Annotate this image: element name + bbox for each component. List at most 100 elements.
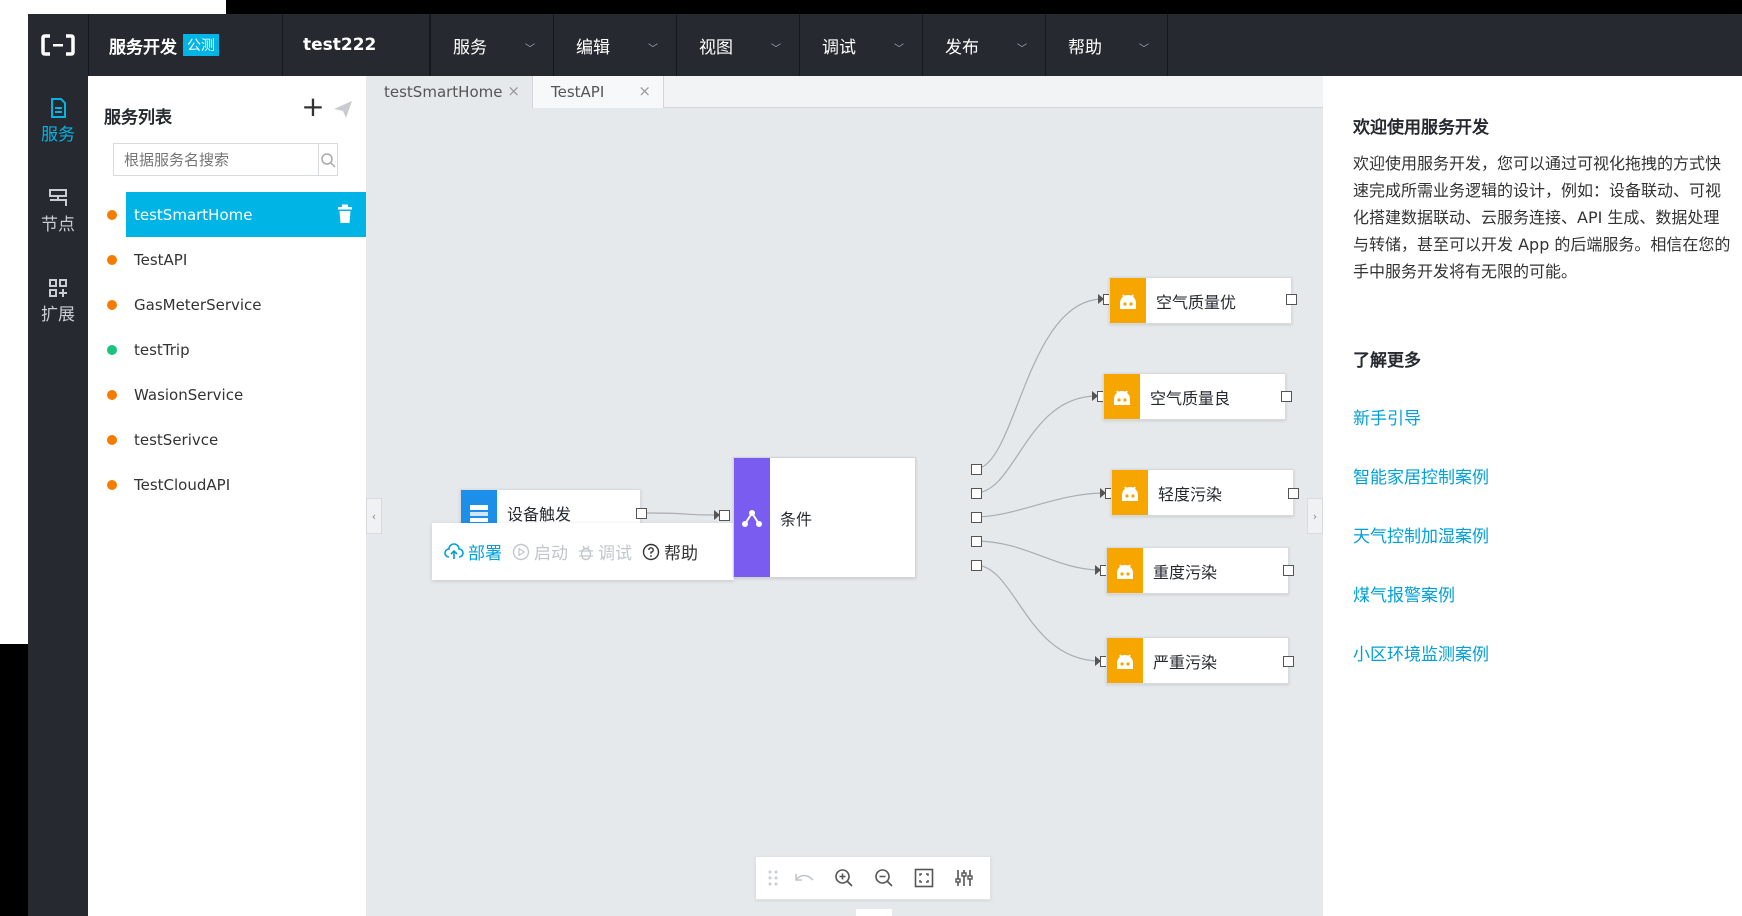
output-port[interactable] — [1281, 391, 1292, 402]
output-node[interactable]: 轻度污染 — [1111, 469, 1294, 516]
output-port[interactable] — [1286, 294, 1297, 305]
output-port[interactable] — [971, 464, 982, 475]
output-port[interactable] — [1288, 488, 1299, 499]
minimap-toggle[interactable] — [856, 909, 892, 916]
app-window: 服务开发 公测 test222 服务 ﹀ 编辑 ﹀ 视图 ﹀ 调试 ﹀ 发布 ﹀ 帮助 ﹀ … — [28, 14, 1742, 916]
product-name: 服务开发 — [109, 37, 177, 58]
rail-item-services[interactable]: 服务 — [28, 82, 88, 162]
service-list: testSmartHome TestAPI GasMeterService te… — [88, 192, 366, 507]
status-dot — [107, 255, 117, 265]
rail-item-extensions[interactable]: 扩展 — [28, 262, 88, 342]
menu-label: 服务 — [453, 37, 487, 58]
debug-button[interactable]: 调试 — [578, 539, 632, 564]
project-name[interactable]: test222 — [282, 14, 430, 76]
help-panel-intro: 欢迎使用服务开发，您可以通过可视化拖拽的方式快速完成所需业务逻辑的设计，例如：设… — [1353, 154, 1731, 281]
search-icon[interactable] — [318, 144, 337, 175]
help-panel: 欢迎使用服务开发 欢迎使用服务开发，您可以通过可视化拖拽的方式快速完成所需业务逻… — [1323, 76, 1742, 916]
trash-icon[interactable] — [336, 204, 354, 228]
top-bar: 服务开发 公测 test222 服务 ﹀ 编辑 ﹀ 视图 ﹀ 调试 ﹀ 发布 ﹀ 帮助 ﹀ — [28, 14, 1742, 76]
service-name: testSmartHome — [134, 205, 253, 224]
service-item[interactable]: testSerivce — [88, 417, 366, 462]
settings-sliders-icon[interactable] — [944, 856, 984, 900]
learn-more-title: 了解更多 — [1353, 351, 1421, 371]
send-icon[interactable] — [332, 98, 354, 120]
robot-icon — [1107, 638, 1143, 683]
robot-icon — [1107, 548, 1143, 593]
status-dot — [107, 435, 117, 445]
start-button[interactable]: 启动 — [512, 539, 568, 564]
zoom-in-icon[interactable] — [824, 856, 864, 900]
output-port[interactable] — [971, 536, 982, 547]
input-port[interactable] — [719, 510, 730, 521]
output-port[interactable] — [636, 508, 647, 519]
help-panel-title: 欢迎使用服务开发 — [1353, 118, 1489, 138]
output-node[interactable]: 空气质量优 — [1109, 277, 1292, 324]
service-item[interactable]: testTrip — [88, 327, 366, 372]
menu-debug[interactable]: 调试 ﹀ — [799, 14, 922, 76]
logo-icon[interactable] — [28, 14, 88, 76]
service-item[interactable]: GasMeterService — [88, 282, 366, 327]
flow-canvas[interactable]: testSmartHome × TestAPI × ‹ › 设备触发 部署 启动… — [366, 76, 1323, 916]
deploy-button[interactable]: 部署 — [444, 539, 502, 564]
output-port[interactable] — [1283, 565, 1294, 576]
service-name: testTrip — [134, 340, 190, 359]
help-button[interactable]: 帮助 — [642, 539, 698, 564]
rail-label: 服务 — [41, 125, 75, 145]
link-getting-started[interactable]: 新手引导 — [1353, 404, 1421, 429]
fit-screen-icon[interactable] — [904, 856, 944, 900]
menu-label: 视图 — [699, 37, 733, 58]
wire — [646, 512, 720, 516]
output-port[interactable] — [971, 488, 982, 499]
menu-edit[interactable]: 编辑 ﹀ — [553, 14, 676, 76]
deploy-label: 部署 — [468, 544, 502, 564]
output-node[interactable]: 重度污染 — [1106, 547, 1289, 594]
node-action-popover: 部署 启动 调试 帮助 — [432, 523, 734, 580]
output-port[interactable] — [971, 512, 982, 523]
service-search-input[interactable] — [114, 144, 318, 175]
node-label: 条件 — [780, 509, 813, 529]
link-smart-home[interactable]: 智能家居控制案例 — [1353, 463, 1489, 488]
node-label: 重度污染 — [1153, 562, 1218, 582]
zoom-out-icon[interactable] — [864, 856, 904, 900]
link-gas-alarm[interactable]: 煤气报警案例 — [1353, 581, 1455, 606]
link-community-env[interactable]: 小区环境监测案例 — [1353, 640, 1489, 665]
product-title[interactable]: 服务开发 公测 — [88, 14, 282, 76]
wire — [974, 564, 1101, 662]
add-service-button[interactable]: + — [300, 93, 326, 121]
condition-node[interactable]: 条件 — [733, 457, 916, 578]
cloud-upload-icon — [444, 542, 464, 559]
output-node[interactable]: 严重污染 — [1106, 637, 1289, 684]
menu-service[interactable]: 服务 ﹀ — [430, 14, 553, 76]
wire — [974, 492, 1106, 518]
output-port[interactable] — [1283, 656, 1294, 667]
undo-icon[interactable] — [784, 856, 824, 900]
service-name: TestAPI — [134, 250, 188, 269]
menu-view[interactable]: 视图 ﹀ — [676, 14, 799, 76]
service-item[interactable]: WasionService — [88, 372, 366, 417]
robot-icon — [1104, 374, 1140, 419]
drag-handle-icon[interactable] — [762, 856, 784, 900]
output-port[interactable] — [971, 560, 982, 571]
rail-item-nodes[interactable]: 节点 — [28, 172, 88, 252]
background-strip — [0, 14, 28, 644]
chevron-down-icon: ﹀ — [771, 44, 781, 55]
beta-badge: 公测 — [183, 34, 219, 56]
link-weather-humidify[interactable]: 天气控制加湿案例 — [1353, 522, 1489, 547]
output-node[interactable]: 空气质量良 — [1103, 373, 1286, 420]
menu-bar: 服务 ﹀ 编辑 ﹀ 视图 ﹀ 调试 ﹀ 发布 ﹀ 帮助 ﹀ — [430, 14, 1168, 76]
menu-publish[interactable]: 发布 ﹀ — [922, 14, 1045, 76]
status-dot — [107, 300, 117, 310]
menu-help[interactable]: 帮助 ﹀ — [1045, 14, 1168, 76]
service-search — [113, 143, 338, 176]
question-icon — [642, 543, 660, 560]
service-item[interactable]: TestAPI — [88, 237, 366, 282]
service-list-title: 服务列表 — [104, 108, 172, 128]
menu-label: 发布 — [945, 37, 979, 58]
service-item[interactable]: TestCloudAPI — [88, 462, 366, 507]
service-list-panel: 服务列表 + testSmartHome — [88, 76, 366, 916]
node-label: 空气质量优 — [1156, 292, 1237, 312]
service-item[interactable]: testSmartHome — [107, 192, 366, 237]
node-label: 空气质量良 — [1150, 388, 1231, 408]
branch-icon — [734, 458, 770, 577]
node-label: 严重污染 — [1153, 652, 1218, 672]
